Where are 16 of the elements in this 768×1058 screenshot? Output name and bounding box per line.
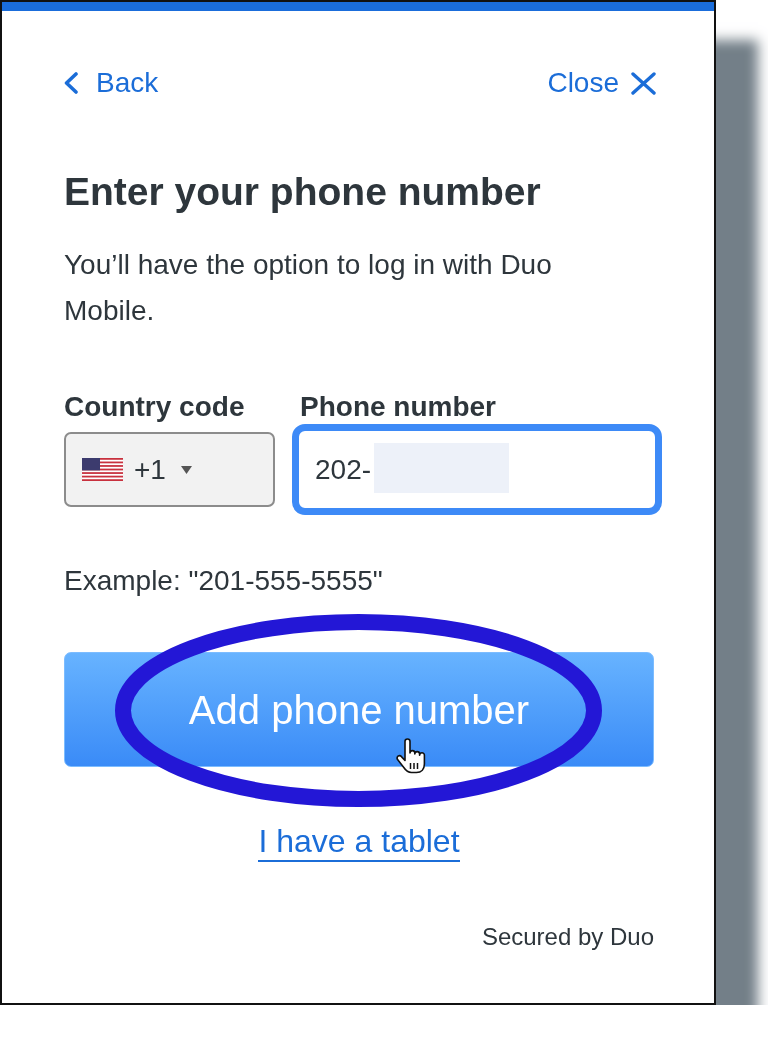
secured-by-text: Secured by Duo <box>481 923 654 950</box>
page-title: Enter your phone number <box>64 169 542 215</box>
country-code-select[interactable]: +1 <box>64 432 275 507</box>
back-link[interactable]: Back <box>63 67 159 99</box>
phone-number-label: Phone number <box>300 391 497 423</box>
close-icon <box>631 71 656 95</box>
country-code-label: Country code <box>64 391 246 423</box>
hand-pointer-icon <box>395 738 428 774</box>
caret-icon <box>180 465 192 474</box>
example-hint-text: Example: "201-555-5555" <box>64 565 384 597</box>
description-text: You’ll have the option to log in with Duo Mobile. <box>64 248 553 328</box>
tablet-link[interactable]: I have a tablet <box>258 822 460 862</box>
close-link[interactable]: Close <box>547 67 656 99</box>
chevron-left-icon <box>63 72 79 94</box>
flag-icon <box>82 458 123 481</box>
add-phone-number-button[interactable]: Add phone number <box>64 652 654 767</box>
